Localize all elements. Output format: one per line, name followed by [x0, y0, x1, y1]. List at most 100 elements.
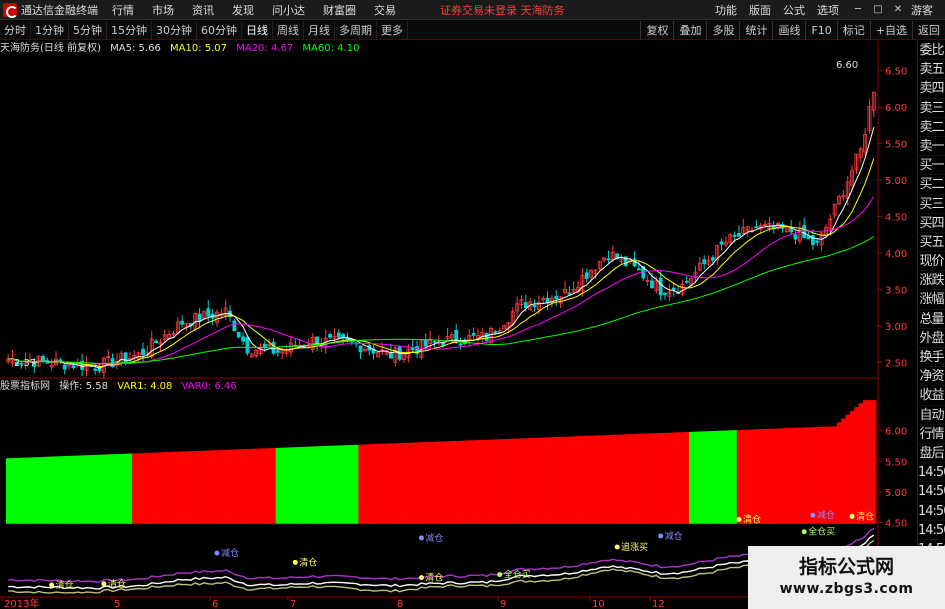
sidebar-item-0[interactable]: 委比: [918, 41, 945, 61]
indicator-bar: [662, 432, 668, 524]
xaxis-label-6: 10: [592, 599, 605, 609]
indicator-bar: [571, 436, 577, 524]
indicator-bar: [641, 433, 646, 524]
indicator-bar: [723, 430, 729, 524]
indicator-bar: [858, 403, 864, 524]
candle-body: [241, 336, 245, 342]
site-watermark: 指标公式网 www.zbgs3.com: [748, 546, 945, 609]
candle-body: [336, 332, 341, 338]
signal-marker-9: [849, 513, 855, 519]
indicator-bar: [462, 440, 468, 524]
sidebar-item-21[interactable]: 盘后: [918, 444, 945, 464]
indicator-bar: [475, 440, 481, 524]
indicator-bar: [288, 447, 294, 524]
indicator-bar: [606, 435, 611, 524]
signal-marker-4: [49, 582, 55, 588]
sidebar-item-14[interactable]: 总量: [918, 310, 945, 329]
sidebar-item-7[interactable]: 买二: [918, 175, 945, 195]
indicator-bar: [506, 438, 511, 524]
candle-body: [702, 259, 707, 264]
indicator-bar: [514, 438, 520, 524]
sidebar-item-11[interactable]: 现价: [918, 252, 945, 272]
stock-name: 天海防务(日线 前复权): [0, 43, 101, 54]
price-tick-label-5: 4.00: [885, 249, 907, 260]
indicator-bar: [393, 443, 398, 524]
indicator-bar: [319, 446, 324, 524]
candle-body: [732, 235, 737, 237]
indicator-bar: [654, 433, 659, 524]
indicator-bar: [728, 430, 733, 524]
indicator-bar: [841, 418, 846, 524]
sidebar-item-9[interactable]: 买四: [918, 214, 945, 233]
indicator-bar: [784, 428, 790, 524]
price-tick-label-2: 5.50: [885, 140, 907, 151]
sidebar-item-6[interactable]: 买一: [918, 156, 945, 176]
signal-label-9: 清仓: [856, 510, 874, 522]
indicator-bar: [541, 437, 546, 524]
indicator-bar: [554, 437, 559, 524]
sidebar-item-20[interactable]: 行情: [918, 425, 945, 444]
sidebar-item-1[interactable]: 卖五: [918, 60, 945, 80]
sidebar-item-10[interactable]: 买五: [918, 233, 945, 253]
indicator-bar: [749, 429, 755, 524]
ma20-value: MA20: 4.67: [236, 43, 294, 54]
sidebar-item-12[interactable]: 涨跌: [918, 271, 945, 291]
candle-body: [532, 304, 537, 308]
signal-marker-7: [418, 575, 424, 581]
indicator-bar: [619, 434, 624, 524]
sidebar-item-3[interactable]: 卖三: [918, 99, 945, 118]
indicator-bar: [162, 452, 168, 524]
sidebar-item-18[interactable]: 收益: [918, 386, 945, 406]
sidebar-item-2[interactable]: 卖四: [918, 79, 945, 99]
sidebar-item-22[interactable]: 14:50: [918, 463, 945, 483]
indicator-bar: [819, 426, 825, 524]
sidebar-item-5[interactable]: 卖一: [918, 137, 945, 157]
sidebar-item-4[interactable]: 卖二: [918, 118, 945, 137]
candle-body: [275, 350, 280, 353]
indicator-bar: [245, 449, 250, 524]
indicator-bar: [736, 429, 742, 524]
sidebar-item-13[interactable]: 涨幅: [918, 290, 945, 310]
indicator-bar: [575, 436, 581, 524]
sidebar-item-23[interactable]: 14:50: [918, 482, 945, 502]
indicator-bar: [675, 432, 681, 524]
candle-body: [637, 268, 641, 271]
indicator-bar: [649, 433, 655, 524]
quote-sidebar: 委比 卖五 卖四 卖三 卖二 卖一 买一 买二 买三 买四 买五 现价 涨跌 涨幅 总量 外盘 换手 净资 收益 自动…: [917, 41, 945, 609]
indicator-bar: [123, 453, 129, 524]
indicator-bar: [762, 428, 768, 524]
sidebar-item-24[interactable]: 14:50: [918, 502, 945, 521]
sidebar-item-17[interactable]: 净资: [918, 367, 945, 387]
candle-body: [236, 331, 241, 338]
indicator-bar: [27, 457, 33, 524]
signal-marker-5: [101, 581, 107, 587]
indicator-bar: [754, 429, 759, 524]
kline-chart[interactable]: 6.50 6.00 5.50 5.00 4.50 4.00 3.50 3.00 2.50 6.60…: [0, 0, 917, 609]
indicator-bar: [862, 400, 868, 524]
indicator-bar: [10, 458, 15, 524]
sidebar-item-15[interactable]: 外盘: [918, 329, 945, 348]
indicator-bar: [158, 452, 163, 524]
indicator-bar: [684, 432, 690, 524]
candle-body: [493, 331, 498, 334]
ind-tick-label-1: 5.50: [885, 457, 907, 468]
sidebar-item-25[interactable]: 14:50: [918, 521, 945, 540]
indicator-bar: [419, 442, 424, 524]
indicator-bar: [597, 435, 603, 524]
indicator-bar: [293, 447, 298, 524]
indicator-bar: [501, 439, 507, 524]
sidebar-item-8[interactable]: 买三: [918, 195, 945, 214]
candle-body: [41, 356, 45, 361]
sidebar-item-16[interactable]: 换手: [918, 348, 945, 368]
indicator-bar: [223, 449, 229, 524]
indicator-bar: [301, 446, 307, 524]
price-tick-label-4: 4.50: [885, 213, 907, 224]
ind-tick-label-0: 6.00: [885, 427, 907, 438]
candle-body: [754, 226, 759, 229]
indicator-bar: [306, 446, 311, 524]
indicator-bar: [136, 453, 142, 524]
indicator-bar: [615, 434, 620, 524]
indicator-bar: [671, 432, 677, 524]
sidebar-item-19[interactable]: 自动: [918, 406, 945, 425]
ind-tick-label-2: 5.00: [885, 488, 907, 499]
